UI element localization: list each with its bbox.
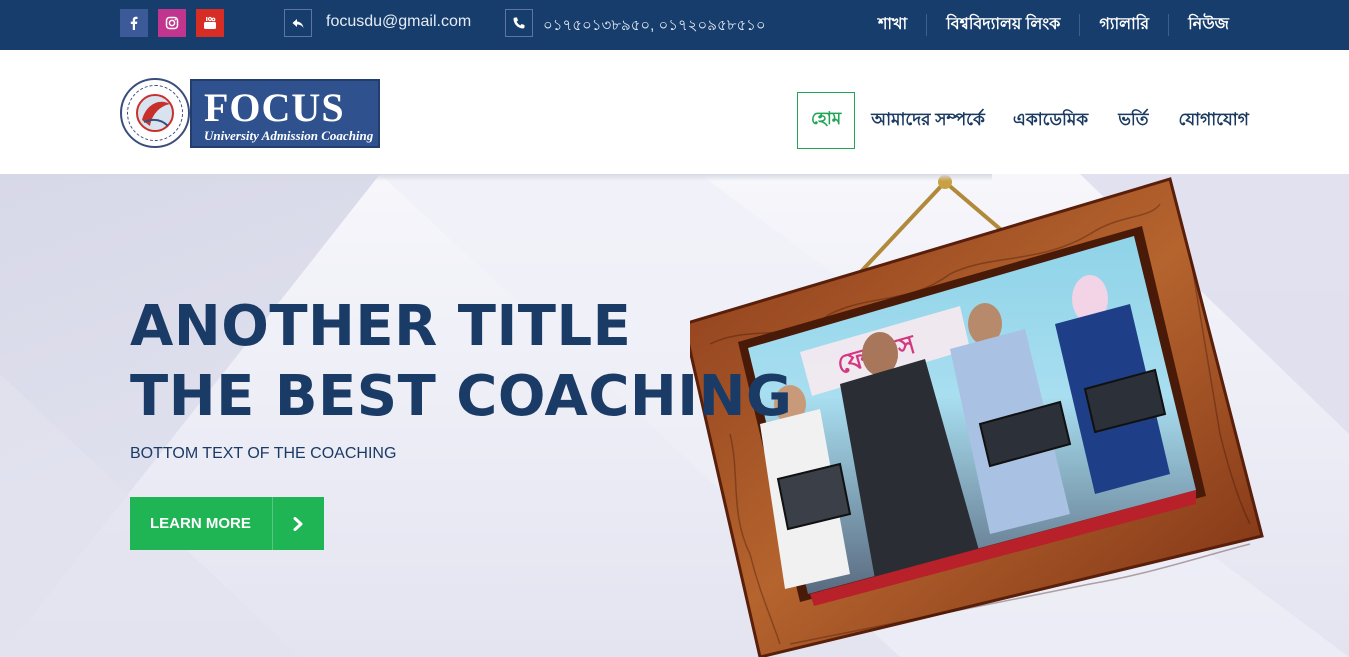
logo-wordmark: FOCUS University Admission Coaching [190, 79, 380, 148]
nav-home[interactable]: হোম [797, 92, 856, 149]
hero-title-line-2: THE BEST COACHING [130, 364, 793, 429]
chevron-right-icon [273, 516, 323, 531]
nav-about[interactable]: আমাদের সম্পর্কে [871, 107, 985, 135]
top-link-branches[interactable]: শাখা [859, 14, 926, 36]
logo-seal-icon [120, 78, 190, 148]
top-link-news[interactable]: নিউজ [1168, 14, 1349, 36]
instagram-icon[interactable] [158, 9, 186, 37]
hero-subtitle: BOTTOM TEXT OF THE COACHING [130, 445, 397, 462]
top-link-gallery[interactable]: গ্যালারি [1079, 14, 1168, 36]
learn-more-label: LEARN MORE [150, 515, 251, 532]
site-logo[interactable]: FOCUS University Admission Coaching [120, 78, 380, 150]
top-link-university[interactable]: বিশ্ববিদ্যালয় লিংক [926, 14, 1079, 36]
nav-academic[interactable]: একাডেমিক [1013, 107, 1088, 135]
nav-contact[interactable]: যোগাযোগ [1178, 107, 1248, 135]
logo-title: FOCUS [204, 85, 345, 130]
contact-phones: ০১৭৫০১৩৮৯৫০, ০১৭২০৯৫৮৫১০ [543, 17, 766, 34]
hero-title: ANOTHER TITLE THE BEST COACHING [130, 292, 792, 432]
youtube-icon[interactable] [196, 9, 224, 37]
main-nav: হোম আমাদের সম্পর্কে একাডেমিক ভর্তি যোগায… [797, 92, 1249, 149]
reply-icon [284, 9, 312, 37]
hero-slider: ফোকাস ANOTHER TITLE THE BEST COACHING BO [0, 174, 1349, 657]
logo-subtitle: University Admission Coaching [204, 128, 374, 143]
learn-more-button[interactable]: LEARN MORE [130, 497, 324, 550]
header-shadow [0, 174, 992, 181]
top-bar: focusdu@gmail.com ০১৭৫০১৩৮৯৫০, ০১৭২০৯৫৮৫… [0, 0, 1349, 50]
phone-icon [505, 9, 533, 37]
top-nav: শাখা বিশ্ববিদ্যালয় লিংক গ্যালারি নিউজ [859, 14, 1349, 36]
facebook-icon[interactable] [120, 9, 148, 37]
hero-title-line-1: ANOTHER TITLE [130, 294, 632, 359]
contact-email[interactable]: focusdu@gmail.com [326, 13, 471, 31]
nav-admission[interactable]: ভর্তি [1118, 107, 1148, 135]
